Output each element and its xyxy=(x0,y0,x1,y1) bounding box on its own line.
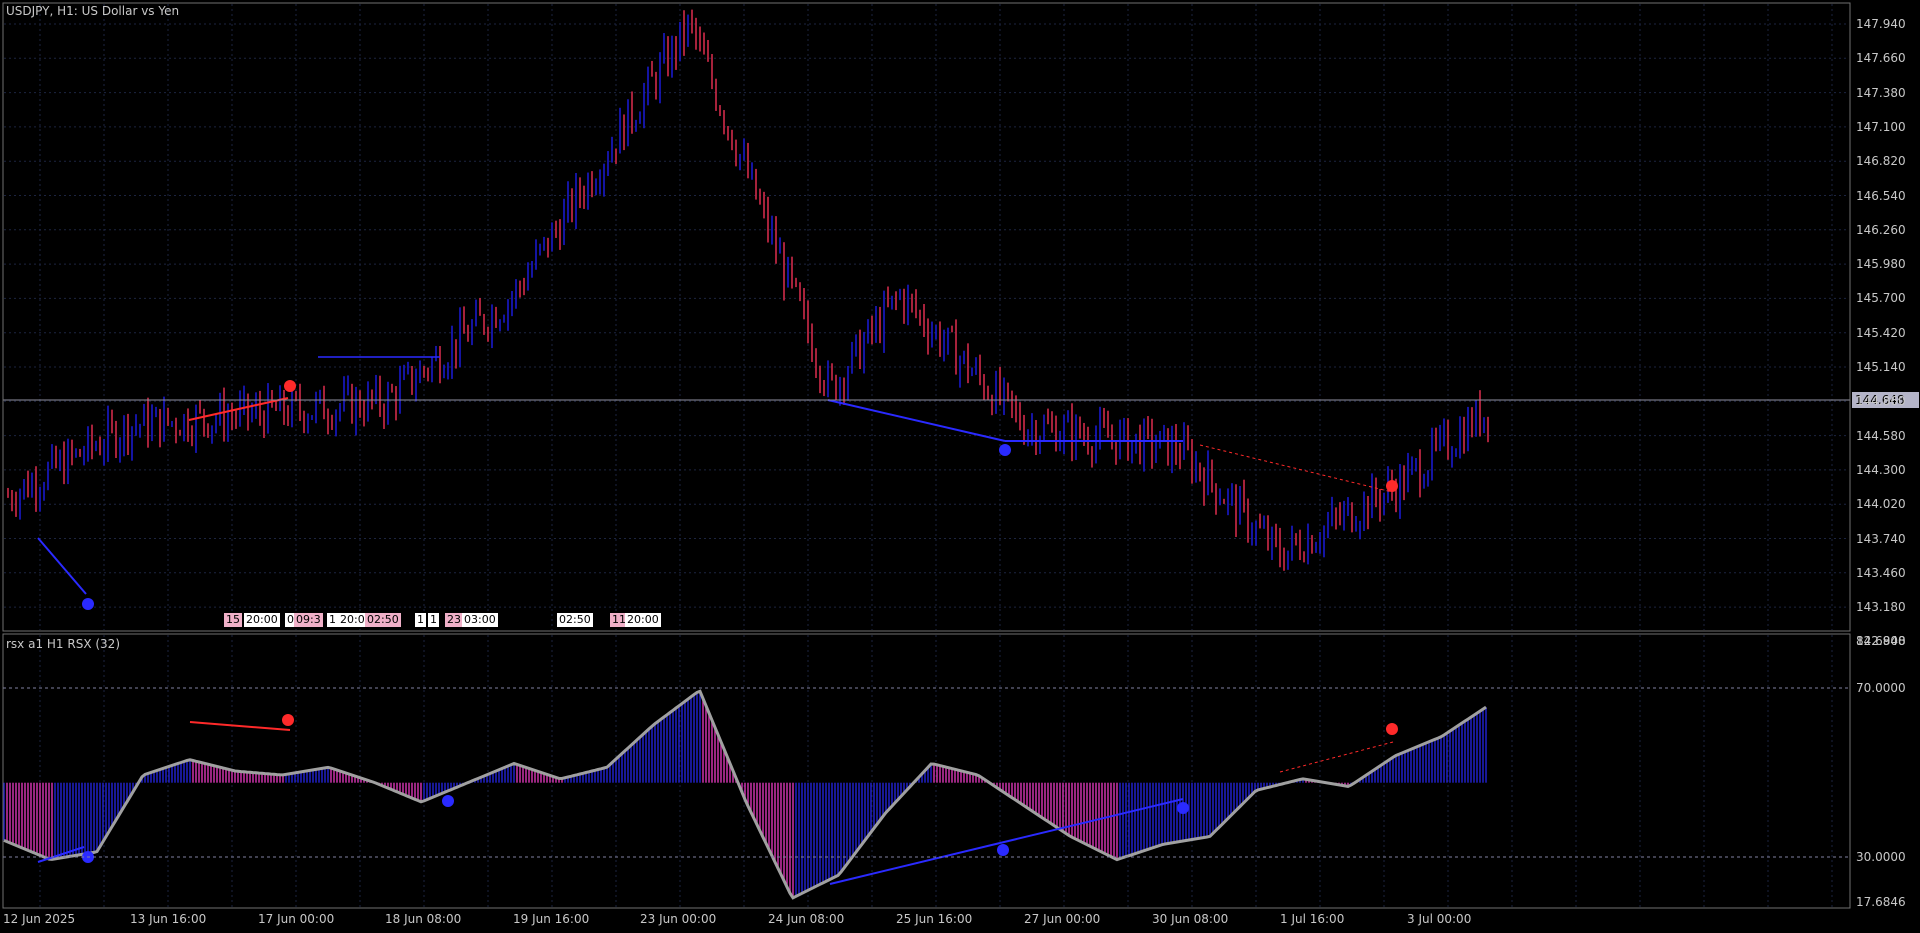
indicator-axis-label: 82.6848 xyxy=(1856,634,1906,648)
price-axis-label: 144.580 xyxy=(1856,428,1906,443)
price-pane-frame xyxy=(2,2,1851,632)
price-axis-label: 143.460 xyxy=(1856,565,1906,580)
price-axis-label: 144.020 xyxy=(1856,497,1906,512)
time-tag: 02:50 xyxy=(557,613,593,627)
indicator-axis-label: 30.0000 xyxy=(1856,850,1906,864)
signal-marker xyxy=(997,844,1009,856)
signal-marker xyxy=(999,444,1011,456)
rsx-trend-red-1[interactable] xyxy=(189,721,291,731)
time-axis-label: 27 Jun 00:00 xyxy=(1024,912,1101,926)
time-tag: 1 xyxy=(327,613,338,627)
time-axis-label: 18 Jun 08:00 xyxy=(385,912,462,926)
signal-marker xyxy=(82,598,94,610)
trendline-red-dashed[interactable] xyxy=(1199,444,1393,493)
price-axis-label: 143.180 xyxy=(1856,600,1906,615)
indicator-axis-label: 70.0000 xyxy=(1856,681,1906,695)
trendline-blue-1[interactable] xyxy=(37,537,87,595)
time-tag: 02:50 xyxy=(365,613,401,627)
time-axis-label: 1 Jul 16:00 xyxy=(1280,912,1345,926)
indicator-axis-label: 17.6846 xyxy=(1856,895,1906,909)
time-tag: 15 xyxy=(224,613,242,627)
indicator-title: rsx a1 H1 RSX (32) xyxy=(6,637,120,651)
price-axis-label: 143.740 xyxy=(1856,531,1906,546)
time-tag: 03:00 xyxy=(462,613,498,627)
time-tag: 1 xyxy=(428,613,439,627)
chart-stage[interactable] xyxy=(0,0,1920,933)
price-axis-label: 147.380 xyxy=(1856,85,1906,100)
price-axis-label: 146.820 xyxy=(1856,154,1906,169)
time-tag: 09:3 xyxy=(294,613,323,627)
price-bars[interactable] xyxy=(7,9,1489,571)
time-axis-label: 25 Jun 16:00 xyxy=(896,912,973,926)
signal-marker xyxy=(442,795,454,807)
price-axis-label: 145.140 xyxy=(1856,360,1906,374)
price-axis-label: 146.260 xyxy=(1856,222,1906,237)
time-tag: 23 xyxy=(445,613,463,627)
price-axis-label: 145.700 xyxy=(1856,291,1906,306)
signal-marker xyxy=(284,380,296,392)
chart-grid xyxy=(4,4,1849,907)
price-axis-label: 145.420 xyxy=(1856,325,1906,340)
signal-marker xyxy=(282,714,294,726)
time-tag: 20:00 xyxy=(625,613,661,627)
time-axis-label: 17 Jun 00:00 xyxy=(258,912,335,926)
price-axis-label: 146.540 xyxy=(1856,188,1906,203)
price-axis-label: 144.300 xyxy=(1856,462,1906,477)
signal-marker xyxy=(1386,723,1398,735)
time-tag: 20:00 xyxy=(244,613,280,627)
price-axis-label: 144.860 xyxy=(1856,394,1906,409)
price-axis-label: 145.980 xyxy=(1856,257,1906,272)
time-axis-label: 13 Jun 16:00 xyxy=(130,912,207,926)
time-axis-label: 23 Jun 00:00 xyxy=(640,912,717,926)
time-axis-label: 30 Jun 08:00 xyxy=(1152,912,1229,926)
price-axis-label: 147.100 xyxy=(1856,119,1906,134)
price-axis-label: 147.940 xyxy=(1856,17,1906,31)
time-tag: 20:0 xyxy=(338,613,367,627)
time-axis-label: 3 Jul 00:00 xyxy=(1407,912,1472,926)
trendline-blue-2[interactable] xyxy=(827,399,1006,442)
price-axis-label: 147.660 xyxy=(1856,51,1906,66)
time-axis-label: 12 Jun 2025 xyxy=(3,912,76,926)
time-tag: 1 xyxy=(415,613,426,627)
signal-marker xyxy=(1386,480,1398,492)
rsx-histogram xyxy=(3,691,1487,898)
time-axis-label: 19 Jun 16:00 xyxy=(513,912,590,926)
signal-marker xyxy=(1177,802,1189,814)
time-axis-label: 24 Jun 08:00 xyxy=(768,912,845,926)
chart-title: USDJPY, H1: US Dollar vs Yen xyxy=(6,4,180,18)
